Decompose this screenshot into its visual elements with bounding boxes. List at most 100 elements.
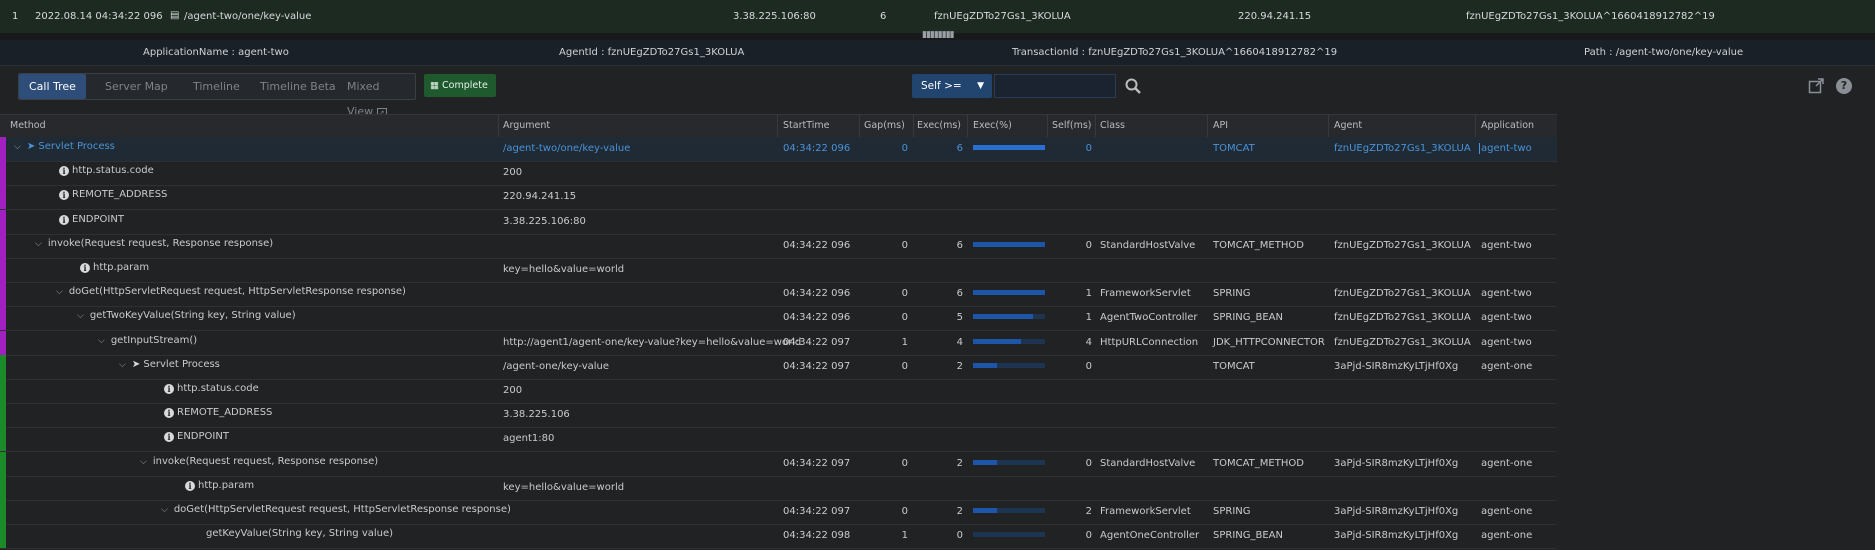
cell-class: FrameworkServlet (1100, 506, 1191, 517)
expand-chevron-icon[interactable]: ⌵ (56, 287, 63, 297)
exec-percent-fill (973, 241, 1045, 247)
cell-api: JDK_HTTPCONNECTOR (1213, 336, 1325, 348)
call-tree-row[interactable]: i ENDPOINT 3.38.225.106:80 (0, 209, 1557, 235)
method-cell: ⌵ ➤ Servlet Process (14, 141, 115, 152)
column-divider[interactable] (1475, 115, 1476, 137)
complete-label: Complete (442, 80, 488, 91)
row-time: 2022.08.14 04:34:22 096 (35, 11, 163, 22)
col-agent[interactable]: Agent (1334, 120, 1362, 131)
expand-chevron-icon[interactable]: ⌵ (161, 505, 168, 515)
cell-argument: agent1:80 (503, 433, 555, 445)
filter-input[interactable] (994, 74, 1116, 98)
column-divider[interactable] (1207, 115, 1208, 137)
col-exec[interactable]: Exec(ms) (917, 120, 961, 131)
col-self[interactable]: Self(ms) (1052, 120, 1091, 131)
tab-call-tree[interactable]: Call Tree (19, 74, 86, 99)
open-new-window-icon[interactable] (1808, 78, 1824, 94)
call-tree-row[interactable]: ⌵ ➤ Servlet Process/agent-one/key-value 04… (0, 354, 1557, 380)
method-cell: ⌵ ➤ Servlet Process (119, 359, 220, 370)
call-tree-row[interactable]: i http.param key=hello&value=world (0, 258, 1557, 283)
agent-color-marker (0, 282, 6, 307)
call-tree-row[interactable]: ⌵ invoke(Request request, Response respon… (0, 451, 1557, 477)
method-cell: i ENDPOINT (59, 214, 124, 225)
column-divider[interactable] (1047, 115, 1048, 137)
col-api[interactable]: API (1213, 120, 1228, 131)
call-tree-row[interactable]: i http.status.code 200 (0, 161, 1557, 187)
expand-chevron-icon[interactable]: ⌵ (140, 457, 147, 467)
method-cell: getKeyValue(String key, String value) (206, 528, 393, 539)
info-application: ApplicationName : agent-two (143, 47, 289, 58)
call-tree-row[interactable]: ⌵ getInputStream() http://agent1/agent-one… (0, 330, 1557, 356)
column-divider[interactable] (913, 115, 914, 137)
call-tree-row[interactable]: ⌵ invoke(Request request, Response respon… (0, 233, 1557, 259)
col-method[interactable]: Method (10, 120, 46, 131)
method-cell: i ENDPOINT (164, 431, 229, 443)
agent-color-marker (0, 185, 6, 210)
exec-percent-bar (973, 362, 1045, 368)
transaction-list-row[interactable]: 1 2022.08.14 04:34:22 096 ▤ /agent-two/o… (0, 0, 1875, 34)
agent-color-marker (0, 500, 6, 524)
help-icon[interactable]: ? (1836, 78, 1852, 94)
column-divider[interactable] (777, 115, 778, 137)
resize-handle[interactable]: ▮▮▮▮▮▮▮▮ (0, 30, 1875, 40)
search-icon[interactable] (1124, 77, 1142, 95)
call-tree-row[interactable]: i REMOTE_ADDRESS 3.38.225.106 (0, 403, 1557, 429)
method-cell: i http.status.code (164, 383, 259, 394)
column-divider[interactable] (1095, 115, 1096, 137)
expand-chevron-icon[interactable]: ⌵ (14, 142, 21, 152)
column-divider[interactable] (1328, 115, 1329, 137)
agent-color-marker (0, 475, 6, 500)
info-icon: i (164, 432, 174, 443)
cell-argument: 220.94.241.15 (503, 191, 577, 203)
exec-percent-bar (973, 314, 1045, 320)
cell-agent: fznUEgZDTo27Gs1_3KOLUA (1334, 143, 1471, 154)
complete-button[interactable]: ▦ Complete (424, 74, 496, 97)
cell-agent: 3aPjd-SIR8mzKyLTjHf0Xg (1334, 360, 1459, 372)
cell-starttime: 04:34:22 097 (783, 506, 851, 517)
call-tree-row[interactable]: i REMOTE_ADDRESS 220.94.241.15 (0, 185, 1557, 211)
info-path: Path : /agent-two/one/key-value (1584, 47, 1744, 58)
call-tree-row[interactable]: ⌵ doGet(HttpServletRequest request, HttpS… (0, 282, 1557, 308)
call-tree-row[interactable]: i ENDPOINT agent1:80 (0, 427, 1557, 453)
servlet-arrow-icon: ➤ (131, 358, 144, 370)
grid-icon: ▦ (430, 80, 442, 91)
col-application[interactable]: Application (1481, 120, 1534, 131)
call-tree-row[interactable]: getKeyValue(String key, String value) 04:… (0, 524, 1557, 550)
tab-mixed-view[interactable]: Mixed View ↗ (337, 74, 415, 118)
method-cell: ⌵ doGet(HttpServletRequest request, HttpS… (56, 286, 406, 297)
col-exec-pct[interactable]: Exec(%) (973, 120, 1012, 131)
col-argument[interactable]: Argument (503, 120, 550, 131)
cell-argument: /agent-two/one/key-value (503, 143, 631, 154)
exec-percent-bar (973, 145, 1045, 150)
agent-color-marker (0, 524, 6, 549)
exec-percent-bar (973, 532, 1045, 538)
column-divider[interactable] (859, 115, 860, 137)
expand-chevron-icon[interactable]: ⌵ (119, 360, 126, 370)
col-gap[interactable]: Gap(ms) (864, 120, 905, 131)
tab-timeline[interactable]: Timeline (183, 74, 250, 99)
call-tree-row[interactable]: i http.status.code 200 (0, 379, 1557, 404)
col-class[interactable]: Class (1100, 120, 1125, 131)
agent-color-marker (0, 403, 6, 428)
cell-method: http.status.code (72, 165, 154, 177)
column-divider[interactable] (498, 115, 499, 137)
tab-server-map[interactable]: Server Map (95, 74, 178, 99)
info-icon: i (59, 214, 69, 225)
expand-chevron-icon[interactable]: ⌵ (77, 311, 84, 321)
call-tree-row[interactable]: ⌵ getTwoKeyValue(String key, String value… (0, 306, 1557, 332)
cell-gap: 1 (901, 530, 908, 542)
self-filter-select[interactable]: Self >= ▼ (912, 74, 992, 98)
cell-method: ENDPOINT (177, 431, 229, 443)
expand-chevron-icon[interactable]: ⌵ (98, 336, 105, 346)
column-divider[interactable] (967, 115, 968, 137)
tab-timeline-beta[interactable]: Timeline Beta (250, 74, 346, 99)
call-tree-row[interactable]: ⌵ doGet(HttpServletRequest request, HttpS… (0, 500, 1557, 525)
cell-gap: 0 (901, 288, 908, 300)
col-starttime[interactable]: StartTime (783, 120, 829, 131)
expand-chevron-icon[interactable]: ⌵ (35, 239, 42, 249)
cell-application: agent-two (1481, 336, 1532, 348)
call-tree-row[interactable]: i http.param key=hello&value=world (0, 475, 1557, 501)
cell-self: 1 (1085, 288, 1092, 300)
call-tree-row[interactable]: ⌵ ➤ Servlet Process/agent-two/one/key-val… (0, 137, 1557, 162)
cell-method: doGet(HttpServletRequest request, HttpSe… (173, 504, 511, 515)
